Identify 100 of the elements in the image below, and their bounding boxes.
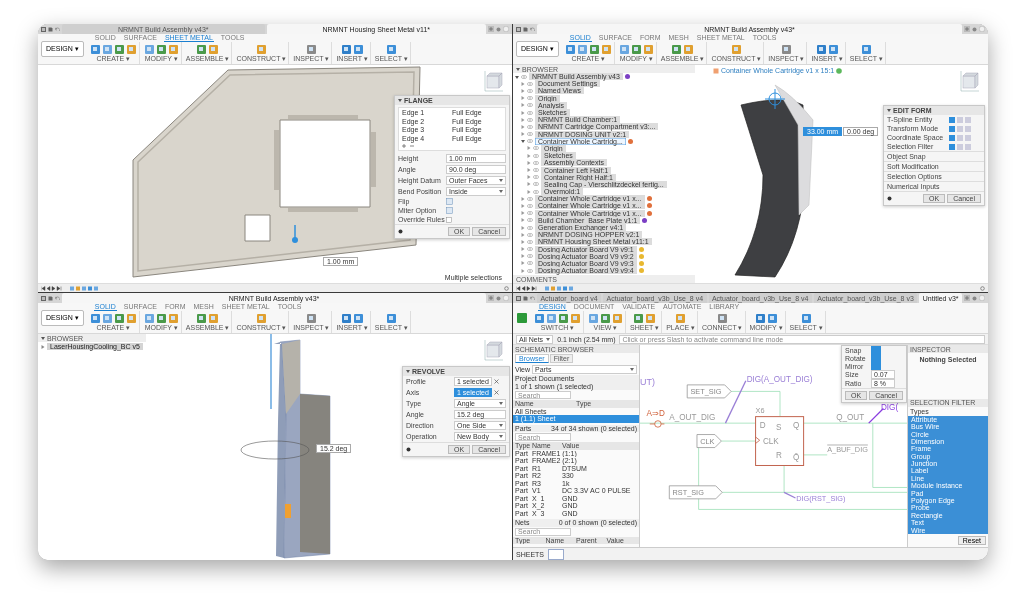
app-menu-icon[interactable] [41,295,46,301]
file-icon[interactable] [523,26,528,32]
expand-caret-icon[interactable] [521,139,525,144]
visibility-eye-icon[interactable] [527,268,533,273]
toolbar-tool-icon[interactable] [534,312,545,324]
toggle-button[interactable] [871,346,881,354]
file-icon[interactable] [48,295,53,301]
toolbar-tool-icon[interactable] [305,43,317,55]
toolbar-tool-icon[interactable] [167,312,179,324]
visibility-eye-icon[interactable] [533,153,539,158]
collapse-icon[interactable] [41,336,45,340]
toolbar-tool-icon[interactable] [340,43,352,55]
toolbar-tool-icon[interactable] [546,312,557,324]
toolbar-tool-icon[interactable] [101,312,113,324]
visibility-eye-icon[interactable] [527,110,533,115]
toolbar-tool-icon[interactable] [766,312,778,324]
toolbar-tool-icon[interactable] [155,43,167,55]
sheet-thumbnail[interactable] [548,548,564,560]
visibility-eye-icon[interactable] [527,103,533,108]
toolbar-tool-icon[interactable] [576,43,588,55]
collapse-icon[interactable] [887,109,891,112]
toolbar-tool-icon[interactable] [208,312,220,324]
view-cube-icon[interactable] [958,69,980,93]
visibility-eye-icon[interactable] [527,254,533,259]
toolbar-tool-icon[interactable] [754,312,766,324]
toolbar-tool-icon[interactable] [89,312,101,324]
visibility-eye-icon[interactable] [527,247,533,252]
visibility-eye-icon[interactable] [527,203,533,208]
account-avatar[interactable] [503,295,509,301]
app-menu-icon[interactable] [516,26,521,32]
clear-selection-icon[interactable] [493,390,499,395]
add-remove-icon[interactable] [402,144,414,148]
help-icon[interactable] [496,26,501,32]
toolbar-tool-icon[interactable] [588,43,600,55]
clear-selection-icon[interactable] [493,379,499,384]
toolbar-tool-icon[interactable] [305,312,317,324]
toolbar-tool-icon[interactable] [255,312,267,324]
visibility-eye-icon[interactable] [521,74,527,79]
toolbar-tool-icon[interactable] [730,43,742,55]
visibility-eye-icon[interactable] [527,196,533,201]
undo-icon[interactable] [55,26,60,32]
add-tab-icon[interactable] [964,26,970,32]
transform-manipulator-icon[interactable] [764,88,786,110]
toolbar-tool-icon[interactable] [352,43,364,55]
help-icon[interactable] [972,295,977,301]
toolbar-tool-icon[interactable] [683,43,695,55]
help-icon[interactable] [496,295,501,301]
toolbar-tool-icon[interactable] [340,312,352,324]
toolbar-tool-icon[interactable] [125,43,137,55]
visibility-eye-icon[interactable] [527,218,533,223]
toolbar-tool-icon[interactable] [618,43,630,55]
toolbar-tool-icon[interactable] [645,312,657,324]
visibility-eye-icon[interactable] [533,146,539,151]
visibility-eye-icon[interactable] [527,239,533,244]
toolbar-tool-icon[interactable] [155,312,167,324]
toolbar-tool-icon[interactable] [125,312,137,324]
info-icon[interactable] [406,447,411,452]
toolbar-tool-icon[interactable] [716,312,728,324]
info-icon[interactable] [398,229,403,234]
visibility-eye-icon[interactable] [527,139,533,144]
visibility-eye-icon[interactable] [533,182,539,187]
undo-icon[interactable] [55,295,60,301]
toolbar-tool-icon[interactable] [208,43,220,55]
add-tab-icon[interactable] [488,295,494,301]
collapse-icon[interactable] [398,99,402,102]
visibility-eye-icon[interactable] [533,160,539,165]
toolbar-tool-icon[interactable] [352,312,364,324]
expand-caret-icon[interactable] [41,344,45,349]
visibility-eye-icon[interactable] [533,168,539,173]
app-menu-icon[interactable] [41,26,46,32]
toolbar-tool-icon[interactable] [600,312,611,324]
toolbar-tool-icon[interactable] [113,43,125,55]
toolbar-tool-icon[interactable] [113,312,125,324]
visibility-eye-icon[interactable] [527,124,533,129]
expand-caret-icon[interactable] [515,74,519,79]
visibility-eye-icon[interactable] [527,117,533,122]
toolbar-tool-icon[interactable] [815,43,827,55]
account-avatar[interactable] [979,295,985,301]
file-icon[interactable] [523,295,528,301]
move-manipulator-icon[interactable] [292,224,298,243]
app-menu-icon[interactable] [516,295,521,301]
collapse-icon[interactable] [516,67,520,71]
toolbar-tool-icon[interactable] [196,312,208,324]
account-avatar[interactable] [979,26,985,32]
toolbar-tool-icon[interactable] [642,43,654,55]
toolbar-tool-icon[interactable] [564,43,576,55]
toolbar-tool-icon[interactable] [89,43,101,55]
toolbar-tool-icon[interactable] [600,43,612,55]
collapse-icon[interactable] [406,370,410,373]
visibility-eye-icon[interactable] [527,225,533,230]
checkbox[interactable] [446,216,452,223]
toolbar-tool-icon[interactable] [255,43,267,55]
visibility-eye-icon[interactable] [527,132,533,137]
undo-icon[interactable] [530,26,535,32]
settings-icon[interactable] [504,285,509,291]
check-icon[interactable] [836,67,843,74]
settings-icon[interactable] [980,285,985,291]
add-tab-icon[interactable] [964,295,970,301]
toolbar-tool-icon[interactable] [827,43,839,55]
toolbar-tool-icon[interactable] [612,312,623,324]
